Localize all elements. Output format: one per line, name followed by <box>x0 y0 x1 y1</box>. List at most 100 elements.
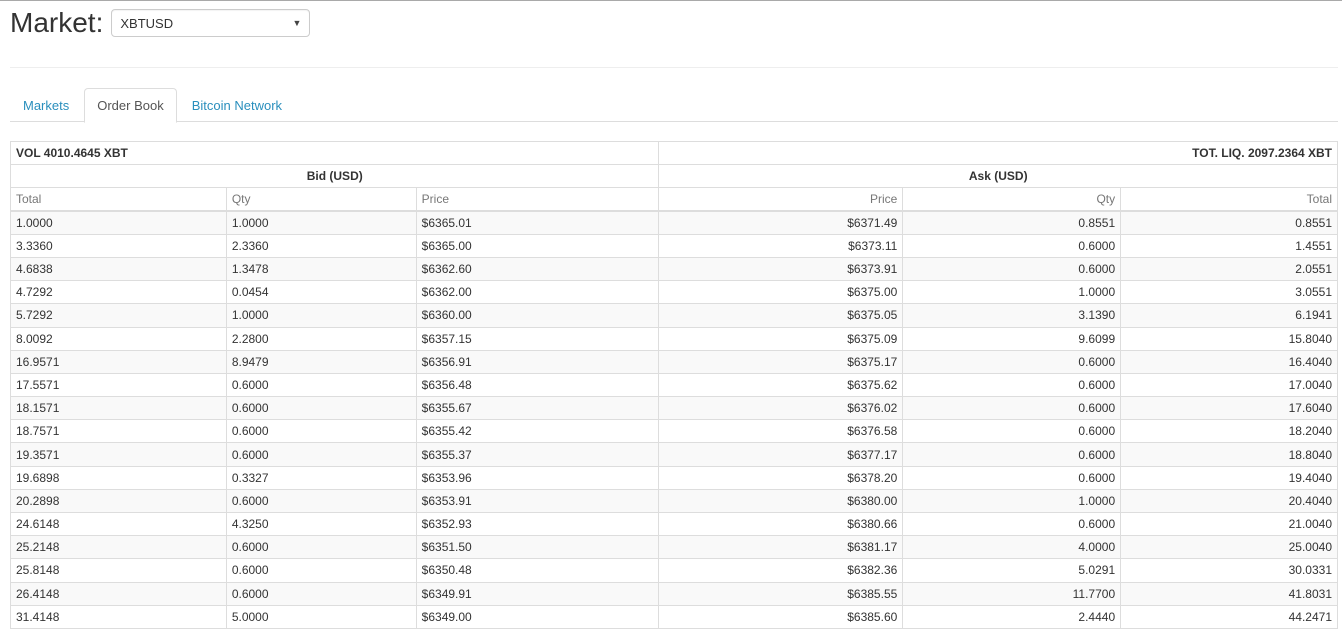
bid-qty-header: Qty <box>225 187 417 213</box>
order-book-row: 19.6898 0.3327 $6353.96 $6378.20 0.6000 19.40… <box>10 465 1338 490</box>
ask-total-cell: 2.0551 <box>1120 256 1338 282</box>
chevron-down-icon: ▼ <box>292 18 302 28</box>
tab-bitcoin-network[interactable]: Bitcoin Network <box>179 88 295 122</box>
order-book-table: VOL 4010.4645 XBT TOT. LIQ. 2097.2364 XB… <box>9 140 1338 629</box>
bid-price-cell: $6353.96 <box>415 465 660 490</box>
ask-total-cell: 41.8031 <box>1120 581 1338 606</box>
bid-total-cell: 5.7292 <box>10 303 227 328</box>
bid-price-cell: $6355.37 <box>415 442 660 467</box>
ask-total-cell: 18.2040 <box>1120 419 1338 444</box>
bid-price-cell: $6350.48 <box>415 558 660 583</box>
ask-qty-cell: 0.6000 <box>902 419 1122 444</box>
bid-qty-cell: 2.2800 <box>225 326 417 351</box>
ask-price-cell: $6375.05 <box>658 303 904 328</box>
bid-total-cell: 18.7571 <box>10 419 227 444</box>
ask-total-cell: 17.0040 <box>1120 372 1338 398</box>
ask-qty-cell: 0.6000 <box>902 349 1122 374</box>
ask-price-cell: $6373.91 <box>658 256 904 282</box>
order-book-row: 20.2898 0.6000 $6353.91 $6380.00 1.0000 20.40… <box>10 488 1338 514</box>
ask-price-cell: $6375.09 <box>658 326 904 351</box>
order-book-row: 25.2148 0.6000 $6351.50 $6381.17 4.0000 25.00… <box>10 535 1338 560</box>
bid-price-cell: $6365.01 <box>415 210 660 235</box>
order-book-row: 31.4148 5.0000 $6349.00 $6385.60 2.4440 44.24… <box>10 604 1338 629</box>
ask-total-cell: 25.0040 <box>1120 535 1338 560</box>
ask-total-cell: 44.2471 <box>1120 604 1338 629</box>
bid-qty-cell: 1.0000 <box>225 210 417 235</box>
tab-order-book[interactable]: Order Book <box>84 88 177 123</box>
liquidity-label: TOT. LIQ. 2097.2364 XBT <box>658 140 1338 166</box>
ask-title: Ask (USD) <box>658 164 1338 189</box>
bid-qty-cell: 1.3478 <box>225 256 417 282</box>
bid-qty-cell: 0.6000 <box>225 372 417 398</box>
ask-total-cell: 16.4040 <box>1120 349 1338 374</box>
ask-price-cell: $6381.17 <box>658 535 904 560</box>
bid-price-cell: $6355.67 <box>415 396 660 421</box>
bid-price-cell: $6356.48 <box>415 372 660 398</box>
ask-total-cell: 21.0040 <box>1120 511 1338 537</box>
ask-total-header: Total <box>1120 187 1338 213</box>
ask-qty-header: Qty <box>902 187 1122 213</box>
tab-markets[interactable]: Markets <box>10 88 82 122</box>
ask-qty-cell: 5.0291 <box>902 558 1122 583</box>
volume-label: VOL 4010.4645 XBT <box>9 140 660 166</box>
bid-total-cell: 1.0000 <box>10 210 227 235</box>
bid-qty-cell: 0.6000 <box>225 488 417 514</box>
bid-total-cell: 18.1571 <box>10 396 227 421</box>
bid-price-cell: $6357.15 <box>415 326 660 351</box>
bid-qty-cell: 0.0454 <box>225 280 417 305</box>
order-book-row: 4.6838 1.3478 $6362.60 $6373.91 0.6000 2.0551 <box>10 256 1338 282</box>
ask-qty-cell: 0.6000 <box>902 465 1122 490</box>
ask-qty-cell: 4.0000 <box>902 535 1122 560</box>
order-book-row: 8.0092 2.2800 $6357.15 $6375.09 9.6099 15.804… <box>10 326 1338 351</box>
ask-price-header: Price <box>658 187 904 213</box>
ask-price-cell: $6375.00 <box>658 280 904 305</box>
ask-qty-cell: 0.8551 <box>902 210 1122 235</box>
bid-total-cell: 19.3571 <box>10 442 227 467</box>
bid-price-cell: $6362.00 <box>415 280 660 305</box>
market-label: Market: <box>10 7 104 38</box>
ask-total-cell: 18.8040 <box>1120 442 1338 467</box>
ask-total-cell: 0.8551 <box>1120 210 1338 235</box>
bid-total-cell: 8.0092 <box>10 326 227 351</box>
ask-qty-cell: 3.1390 <box>902 303 1122 328</box>
order-book-row: 24.6148 4.3250 $6352.93 $6380.66 0.6000 21.00… <box>10 511 1338 537</box>
bid-qty-cell: 5.0000 <box>225 604 417 629</box>
bid-total-cell: 16.9571 <box>10 349 227 374</box>
order-book-row: 4.7292 0.0454 $6362.00 $6375.00 1.0000 3.0551 <box>10 280 1338 305</box>
ask-total-cell: 15.8040 <box>1120 326 1338 351</box>
bid-qty-cell: 0.6000 <box>225 535 417 560</box>
bid-price-cell: $6351.50 <box>415 535 660 560</box>
order-book-row: 18.7571 0.6000 $6355.42 $6376.58 0.6000 18.20… <box>10 419 1338 444</box>
ask-qty-cell: 11.7700 <box>902 581 1122 606</box>
ask-total-cell: 1.4551 <box>1120 233 1338 258</box>
bid-price-cell: $6353.91 <box>415 488 660 514</box>
bid-price-cell: $6365.00 <box>415 233 660 258</box>
order-book-row: 26.4148 0.6000 $6349.91 $6385.55 11.7700 41.8… <box>10 581 1338 606</box>
ask-price-cell: $6385.60 <box>658 604 904 629</box>
bid-total-header: Total <box>10 187 227 213</box>
market-select[interactable]: XBTUSD ▼ <box>111 9 311 37</box>
bid-qty-cell: 8.9479 <box>225 349 417 374</box>
ask-price-cell: $6380.00 <box>658 488 904 514</box>
market-header: Market: XBTUSD ▼ <box>10 5 311 41</box>
bid-qty-cell: 0.6000 <box>225 419 417 444</box>
ask-price-cell: $6373.11 <box>658 233 904 258</box>
ask-price-cell: $6380.66 <box>658 511 904 537</box>
order-book-row: 16.9571 8.9479 $6356.91 $6375.17 0.6000 16.40… <box>10 349 1338 374</box>
order-book-row: 18.1571 0.6000 $6355.67 $6376.02 0.6000 17.60… <box>10 396 1338 421</box>
ask-total-cell: 17.6040 <box>1120 396 1338 421</box>
bid-total-cell: 20.2898 <box>10 488 227 514</box>
bid-price-header: Price <box>415 187 660 213</box>
bid-price-cell: $6355.42 <box>415 419 660 444</box>
bid-qty-cell: 2.3360 <box>225 233 417 258</box>
ask-qty-cell: 1.0000 <box>902 488 1122 514</box>
ask-price-cell: $6385.55 <box>658 581 904 606</box>
bid-total-cell: 25.2148 <box>10 535 227 560</box>
bid-price-cell: $6360.00 <box>415 303 660 328</box>
ask-total-cell: 6.1941 <box>1120 303 1338 328</box>
bid-qty-cell: 0.6000 <box>225 581 417 606</box>
bid-qty-cell: 4.3250 <box>225 511 417 537</box>
order-book-row: 5.7292 1.0000 $6360.00 $6375.05 3.1390 6.1941 <box>10 303 1338 328</box>
ask-qty-cell: 0.6000 <box>902 511 1122 537</box>
order-book-row: 17.5571 0.6000 $6356.48 $6375.62 0.6000 17.00… <box>10 372 1338 398</box>
